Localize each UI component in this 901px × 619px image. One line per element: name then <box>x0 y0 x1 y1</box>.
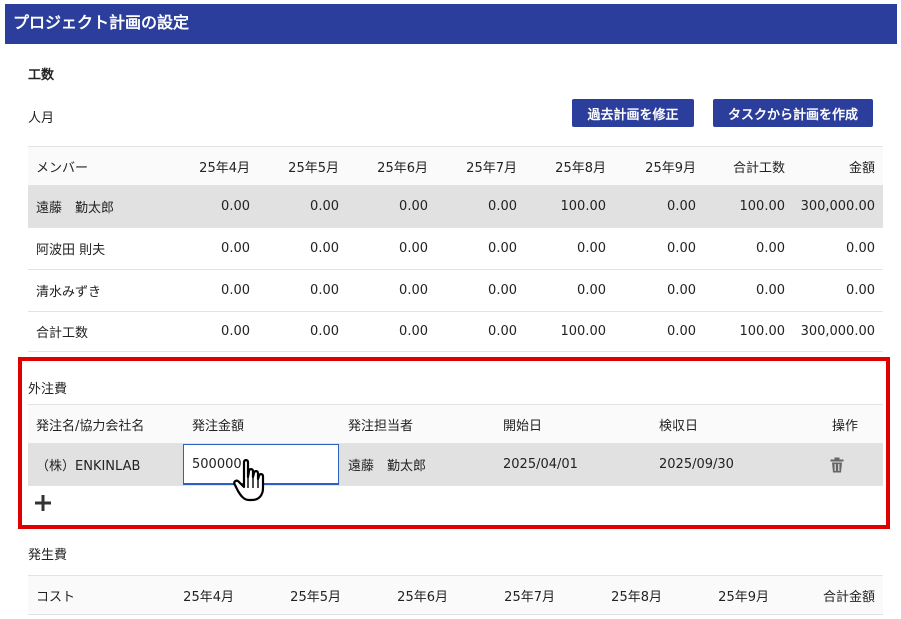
value-cell: 0.00 <box>667 199 696 214</box>
value-cell: 0.00 <box>577 283 606 298</box>
total-row-label: 合計工数 <box>36 326 89 341</box>
column-header-jun: 25年6月 <box>397 589 448 605</box>
total-value-cell: 0.00 <box>310 324 339 339</box>
create-plan-from-tasks-button[interactable]: タスクから計画を作成 <box>713 99 873 127</box>
incurred-section-title: 発生費 <box>28 548 68 563</box>
value-cell: 0.00 <box>221 241 250 256</box>
value-cell: 0.00 <box>221 199 250 214</box>
incurred-table: コスト 25年4月 25年5月 25年6月 25年7月 25年8月 25年9月 … <box>28 575 883 615</box>
column-header-total-amount: 合計金額 <box>822 589 875 605</box>
value-cell: 0.00 <box>310 283 339 298</box>
value-cell: 0.00 <box>667 283 696 298</box>
fix-past-plan-button[interactable]: 過去計画を修正 <box>572 99 694 127</box>
manhours-section-title: 工数 <box>28 68 55 83</box>
column-header-may: 25年5月 <box>290 589 341 605</box>
member-name: 阿波田 則夫 <box>36 243 106 258</box>
column-header-sep: 25年9月 <box>645 160 696 176</box>
total-value-cell: 0.00 <box>667 324 696 339</box>
value-cell: 0.00 <box>488 199 517 214</box>
column-header-apr: 25年4月 <box>183 589 234 605</box>
manhours-table: メンバー 25年4月 25年5月 25年6月 25年7月 25年8月 25年9月… <box>28 146 883 352</box>
value-cell: 0.00 <box>399 283 428 298</box>
total-amount-sum: 300,000.00 <box>800 324 875 339</box>
total-value-cell: 100.00 <box>560 324 607 339</box>
total-manhours-cell: 0.00 <box>756 241 785 256</box>
column-header-sep: 25年9月 <box>718 589 769 605</box>
column-header-aug: 25年8月 <box>555 160 606 176</box>
column-header-amount: 金額 <box>848 160 875 176</box>
value-cell: 0.00 <box>399 241 428 256</box>
total-value-cell: 0.00 <box>399 324 428 339</box>
hand-pointer-icon <box>233 459 265 502</box>
unit-label: 人月 <box>28 111 55 126</box>
column-header-jul: 25年7月 <box>466 160 517 176</box>
member-name: 遠藤 勤太郎 <box>36 201 115 216</box>
column-header-jul: 25年7月 <box>504 589 555 605</box>
table-row[interactable]: 阿波田 則夫 0.00 0.00 0.00 0.00 0.00 0.00 0.0… <box>28 228 883 270</box>
column-header-aug: 25年8月 <box>611 589 662 605</box>
total-manhours-cell: 0.00 <box>756 283 785 298</box>
value-cell: 0.00 <box>667 241 696 256</box>
column-header-member: メンバー <box>36 160 89 176</box>
total-manhours-sum: 100.00 <box>739 324 786 339</box>
value-cell: 0.00 <box>577 241 606 256</box>
column-header-jun: 25年6月 <box>377 160 428 176</box>
page-header: プロジェクト計画の設定 <box>5 4 897 44</box>
table-row[interactable]: 遠藤 勤太郎 0.00 0.00 0.00 0.00 100.00 0.00 1… <box>28 186 883 228</box>
member-name: 清水みずき <box>36 285 102 300</box>
value-cell: 0.00 <box>399 199 428 214</box>
total-value-cell: 0.00 <box>221 324 250 339</box>
incurred-header-row: コスト 25年4月 25年5月 25年6月 25年7月 25年8月 25年9月 … <box>28 575 883 615</box>
table-row[interactable]: 清水みずき 0.00 0.00 0.00 0.00 0.00 0.00 0.00… <box>28 270 883 312</box>
value-cell: 0.00 <box>310 241 339 256</box>
total-value-cell: 0.00 <box>488 324 517 339</box>
column-header-cost: コスト <box>36 589 76 605</box>
value-cell: 0.00 <box>488 241 517 256</box>
value-cell: 0.00 <box>221 283 250 298</box>
total-row: 合計工数 0.00 0.00 0.00 0.00 100.00 0.00 100… <box>28 312 883 352</box>
amount-cell: 300,000.00 <box>800 199 875 214</box>
value-cell: 100.00 <box>560 199 607 214</box>
column-header-apr: 25年4月 <box>199 160 250 176</box>
amount-cell: 0.00 <box>846 283 875 298</box>
total-manhours-cell: 100.00 <box>739 199 786 214</box>
page-title: プロジェクト計画の設定 <box>13 13 190 32</box>
column-header-may: 25年5月 <box>288 160 339 176</box>
highlight-box <box>18 357 890 529</box>
manhours-header-row: メンバー 25年4月 25年5月 25年6月 25年7月 25年8月 25年9月… <box>28 146 883 186</box>
amount-cell: 0.00 <box>846 241 875 256</box>
column-header-total-manhours: 合計工数 <box>732 160 785 176</box>
value-cell: 0.00 <box>488 283 517 298</box>
value-cell: 0.00 <box>310 199 339 214</box>
